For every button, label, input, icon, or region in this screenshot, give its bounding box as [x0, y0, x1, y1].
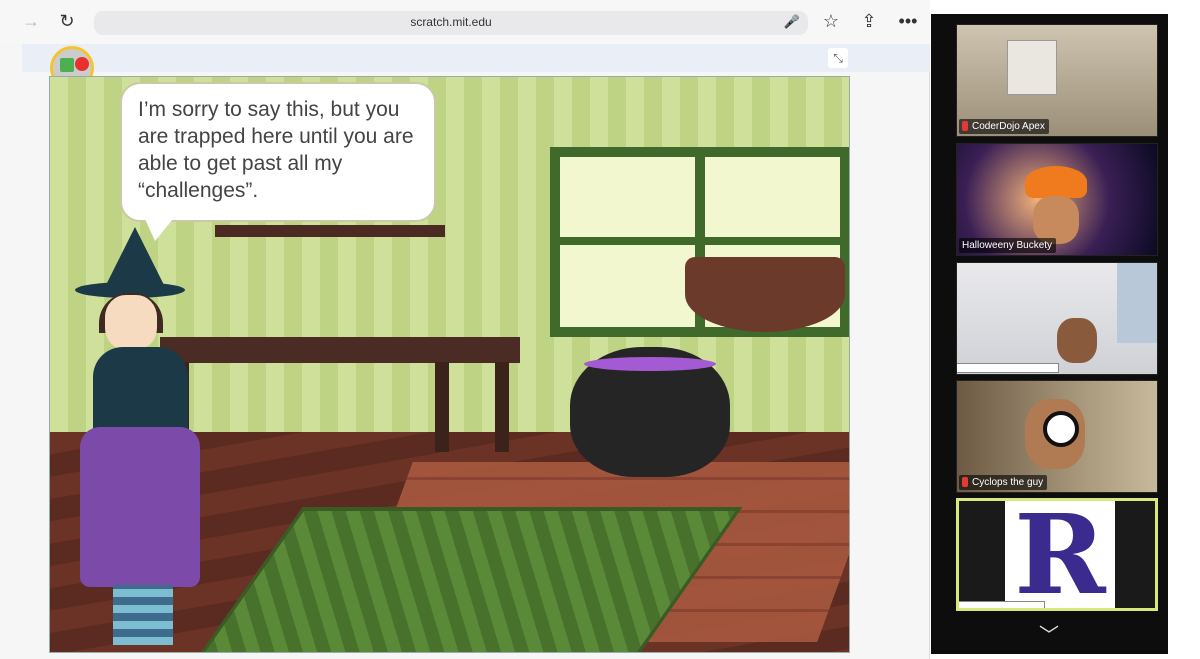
microphone-icon[interactable]: 🎤 [784, 14, 800, 30]
scratch-stage-header: ⤡ [22, 44, 930, 90]
shrink-icon[interactable]: ⤡ [828, 48, 848, 68]
participant-name: CoderDojo Apex [972, 121, 1045, 132]
witch-face [105, 295, 157, 350]
participant-face [1033, 196, 1079, 244]
chevron-down-icon[interactable]: ﹀ [1039, 619, 1059, 648]
participant-name: Cyclops the guy [972, 477, 1044, 488]
stage-shelf [215, 225, 445, 237]
address-bar[interactable]: scratch.mit.edu 🎤 [94, 11, 808, 35]
participant-label: Halloweeny Buckety [959, 238, 1057, 253]
reload-icon[interactable]: ↻ [56, 10, 78, 32]
video-tile-2[interactable] [956, 262, 1158, 375]
witch-sprite[interactable] [75, 227, 200, 647]
video-tile-3[interactable]: Cyclops the guy [956, 380, 1158, 493]
redacted-name [957, 363, 1059, 373]
hanging-plant-pot [685, 257, 845, 332]
browser-window: → ↻ scratch.mit.edu 🎤 ☆ ⇪ ••• ⤡ I’m sorr… [0, 0, 930, 659]
video-tile-1[interactable]: Halloweeny Buckety [956, 143, 1158, 256]
ellipsis-icon[interactable]: ••• [897, 10, 919, 32]
stop-icon[interactable] [75, 57, 89, 71]
video-tile-0[interactable]: CoderDojo Apex [956, 24, 1158, 137]
avatar-letter-r: R [1005, 501, 1115, 608]
redacted-name [959, 601, 1045, 608]
star-icon[interactable]: ☆ [820, 10, 842, 32]
participant-name: Halloweeny Buckety [962, 240, 1053, 251]
table-leg [495, 362, 509, 452]
green-flag-icon[interactable] [60, 58, 74, 72]
video-gallery: CoderDojo Apex Halloweeny Buckety Cyclop… [931, 14, 1168, 654]
participant-label: Cyclops the guy [959, 475, 1048, 490]
bucket-hat [1025, 166, 1087, 198]
arrow-right-icon[interactable]: → [20, 10, 42, 32]
participant-label: CoderDojo Apex [959, 119, 1049, 134]
stage-table [160, 337, 520, 363]
wall-map [1117, 263, 1157, 343]
url-text: scratch.mit.edu [410, 15, 492, 29]
participant-face [1057, 318, 1097, 363]
wall-frame [1007, 40, 1057, 95]
cyclops-eye-filter [1043, 411, 1079, 447]
table-leg [435, 362, 449, 452]
witch-dress [80, 427, 200, 587]
cauldron-brew [584, 357, 716, 371]
speech-bubble-tail [145, 219, 173, 241]
mute-icon [962, 121, 968, 132]
mute-icon [962, 477, 968, 488]
witch-legs [113, 585, 173, 645]
video-tile-4[interactable]: R [956, 498, 1158, 611]
share-icon[interactable]: ⇪ [858, 10, 880, 32]
scratch-stage[interactable]: I’m sorry to say this, but you are trapp… [49, 76, 850, 653]
browser-toolbar: → ↻ scratch.mit.edu 🎤 ☆ ⇪ ••• [0, 0, 930, 44]
speech-bubble: I’m sorry to say this, but you are trapp… [120, 82, 436, 222]
